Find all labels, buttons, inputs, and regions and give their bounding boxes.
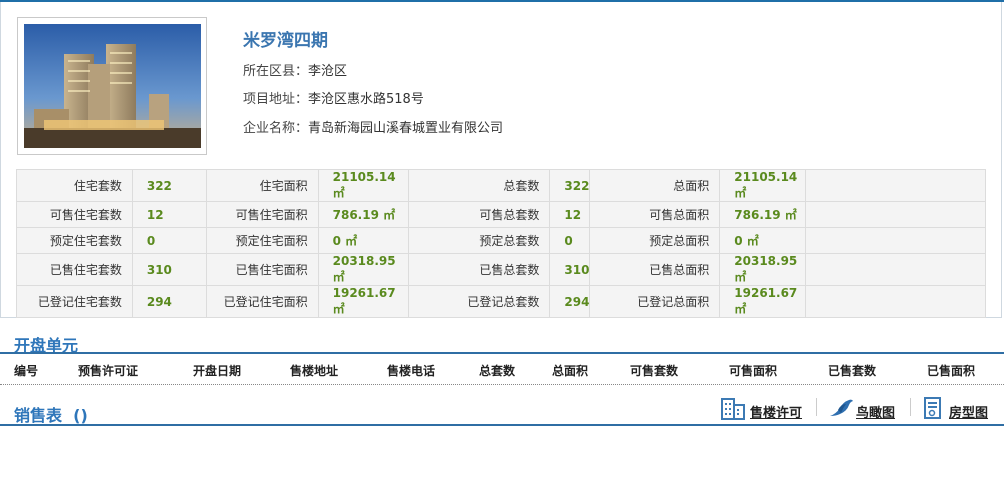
stat-label: 可售住宅面积 — [205, 201, 319, 228]
stat-label: 住宅套数 — [16, 169, 133, 202]
stat-label: 已售总套数 — [407, 253, 551, 286]
col-sales-phone: 售楼电话 — [387, 364, 436, 378]
stat-label: 已登记总面积 — [589, 285, 721, 318]
stat-filler — [805, 253, 986, 286]
sales-title-suffix: () — [73, 406, 88, 425]
district-value: 李沧区 — [308, 64, 348, 79]
sales-stats-table: 住宅套数 322 住宅面积 21105.14 ㎡总套数 322 总面积 21105.14 ㎡… — [16, 169, 986, 318]
stat-filler — [805, 285, 986, 318]
stat-value: 19261.67 ㎡ — [719, 285, 807, 318]
project-photo-frame — [17, 17, 207, 155]
sales-permit-label: 售楼许可 — [750, 406, 803, 421]
tool-separator — [816, 398, 817, 416]
stat-label: 可售总套数 — [407, 201, 551, 228]
stat-value: 0 ㎡ — [719, 227, 807, 254]
col-total-units: 总套数 — [479, 364, 516, 378]
stat-label: 已售住宅面积 — [205, 253, 319, 286]
stat-value: 12 — [549, 201, 591, 228]
col-sold-units: 已售套数 — [828, 364, 877, 378]
col-sales-address: 售楼地址 — [290, 364, 339, 378]
bird-icon — [828, 396, 854, 423]
stats-row: 已售住宅套数 310 已售住宅面积 20318.95 ㎡已售总套数 310 已售总面积 20… — [16, 253, 986, 286]
stat-value: 20318.95 ㎡ — [719, 253, 807, 286]
stat-value: 0 — [131, 227, 207, 254]
floor-plan-label: 房型图 — [949, 406, 989, 421]
stat-value: 12 — [131, 201, 207, 228]
stats-row: 已登记住宅套数 294 已登记住宅面积 19261.67 ㎡已登记总套数 294 已登记总… — [16, 285, 986, 318]
sales-permit-link[interactable]: 售楼许可 — [720, 396, 810, 423]
stat-value: 0 ㎡ — [317, 227, 409, 254]
stat-label: 预定住宅面积 — [205, 227, 319, 254]
stat-filler — [805, 201, 986, 228]
stat-value: 294 — [131, 285, 207, 318]
company-row: 企业名称：青岛新海园山溪春城置业有限公司 — [243, 117, 503, 136]
district-label: 所在区县： — [243, 64, 309, 79]
stats-row: 可售住宅套数 12 可售住宅面积 786.19 ㎡可售总套数 12 可售总面积 786.19… — [16, 201, 986, 228]
sales-section-title: 销售表 () — [14, 402, 88, 426]
stat-filler — [805, 169, 986, 202]
stat-value: 322 — [549, 169, 591, 202]
col-open-date: 开盘日期 — [193, 364, 242, 378]
col-sold-area: 已售面积 — [927, 364, 976, 378]
sales-title-text: 销售表 — [14, 406, 63, 425]
stat-label: 预定总面积 — [589, 227, 721, 254]
floor-plan-link[interactable]: 房型图 — [922, 396, 996, 423]
stat-value: 21105.14 ㎡ — [719, 169, 807, 202]
stat-label: 总面积 — [589, 169, 721, 202]
document-icon — [922, 396, 944, 423]
address-row: 项目地址：李沧区惠水路518号 — [243, 88, 424, 107]
stat-label: 可售住宅套数 — [16, 201, 133, 228]
units-table-divider — [0, 384, 1004, 385]
col-number: 编号 — [14, 364, 39, 378]
stat-value: 19261.67 ㎡ — [317, 285, 409, 318]
stat-value: 21105.14 ㎡ — [317, 169, 409, 202]
stat-value: 20318.95 ㎡ — [317, 253, 409, 286]
stat-label: 预定总套数 — [407, 227, 551, 254]
col-total-area: 总面积 — [552, 364, 589, 378]
stat-label: 总套数 — [407, 169, 551, 202]
stat-value: 786.19 ㎡ — [317, 201, 409, 228]
stat-label: 预定住宅套数 — [16, 227, 133, 254]
project-photo[interactable] — [24, 24, 201, 148]
address-value: 李沧区惠水路518号 — [308, 92, 424, 107]
stats-row: 住宅套数 322 住宅面积 21105.14 ㎡总套数 322 总面积 21105.14 ㎡ — [16, 169, 986, 202]
aerial-view-label: 鸟瞰图 — [856, 406, 896, 421]
stat-value: 0 — [549, 227, 591, 254]
col-available-area: 可售面积 — [729, 364, 778, 378]
stat-value: 786.19 ㎡ — [719, 201, 807, 228]
stat-label: 已售住宅套数 — [16, 253, 133, 286]
aerial-view-link[interactable]: 鸟瞰图 — [828, 396, 902, 423]
sales-section-line — [0, 424, 1004, 426]
company-label: 企业名称： — [243, 121, 309, 136]
stat-value: 322 — [131, 169, 207, 202]
stat-label: 已售总面积 — [589, 253, 721, 286]
stat-label: 已登记住宅套数 — [16, 285, 133, 318]
stat-value: 294 — [549, 285, 591, 318]
stat-value: 310 — [131, 253, 207, 286]
stat-value: 310 — [549, 253, 591, 286]
stat-label: 住宅面积 — [205, 169, 319, 202]
district-row: 所在区县：李沧区 — [243, 60, 347, 79]
company-value: 青岛新海园山溪春城置业有限公司 — [308, 121, 504, 136]
building-icon — [720, 396, 746, 423]
tool-separator — [910, 398, 911, 416]
col-presale-license: 预售许可证 — [78, 364, 139, 378]
stat-label: 可售总面积 — [589, 201, 721, 228]
address-label: 项目地址： — [243, 92, 309, 107]
units-table-header: 编号 预售许可证 开盘日期 售楼地址 售楼电话 总套数 总面积 可售套数 可售面… — [0, 355, 1004, 383]
stat-label: 已登记住宅面积 — [205, 285, 319, 318]
stat-label: 已登记总套数 — [407, 285, 551, 318]
stats-row: 预定住宅套数 0 预定住宅面积 0 ㎡预定总套数 0 预定总面积 0 ㎡ — [16, 227, 986, 254]
units-section-line — [0, 352, 1004, 354]
stat-filler — [805, 227, 986, 254]
col-available-units: 可售套数 — [630, 364, 679, 378]
project-name: 米罗湾四期 — [243, 31, 328, 51]
